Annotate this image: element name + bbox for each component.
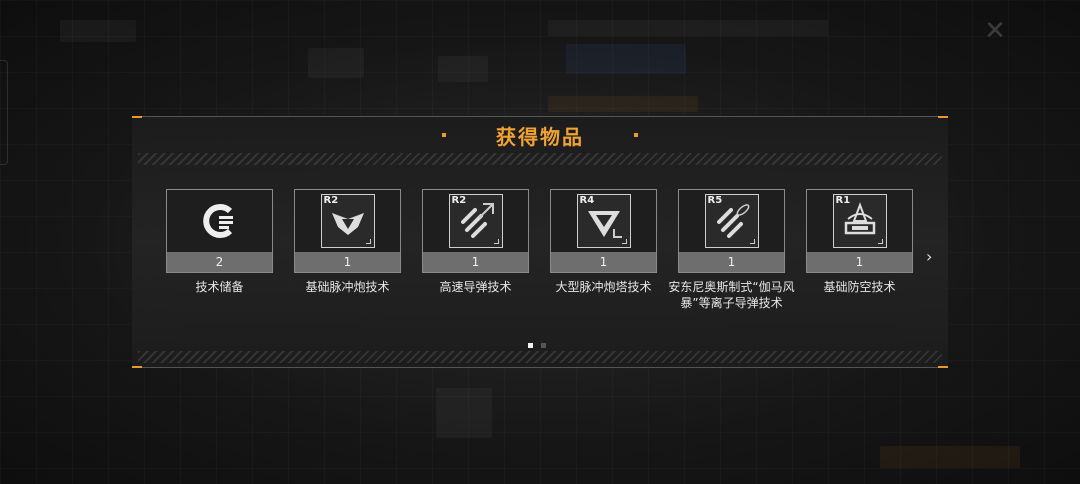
- hatch-divider-bottom: [138, 351, 942, 363]
- page-dot-active[interactable]: [528, 343, 533, 348]
- reward-item[interactable]: R1 1 基础防空技术: [806, 189, 913, 319]
- pulse-turret-icon: [587, 211, 622, 238]
- side-tab[interactable]: [0, 60, 8, 165]
- reward-card[interactable]: R1 1: [806, 189, 913, 273]
- item-count: 1: [807, 252, 912, 272]
- rank-label: R2: [451, 195, 467, 206]
- anti-air-icon: [844, 202, 875, 235]
- bg-header-ghost: [60, 20, 136, 42]
- bg-button-ghost: [880, 446, 1020, 468]
- page-dot[interactable]: [541, 343, 546, 348]
- frame-corner: [621, 239, 627, 244]
- item-name: 基础脉冲炮技术: [305, 280, 390, 294]
- tech-frame: R1: [832, 194, 887, 248]
- reward-item[interactable]: R4 1 大型脉冲炮塔技术: [550, 189, 657, 319]
- dialog-title: 获得物品: [496, 124, 584, 149]
- item-name: 大型脉冲炮塔技术: [555, 280, 652, 294]
- bg-tile-ghost: [548, 96, 698, 112]
- bg-resource-ghost: [548, 20, 828, 36]
- tech-frame: R2: [448, 194, 503, 248]
- reward-item[interactable]: 2 技术储备: [166, 189, 273, 319]
- title-dot-left: [442, 133, 446, 137]
- reward-card[interactable]: R2 1: [294, 189, 401, 273]
- bg-tile-ghost: [308, 48, 364, 78]
- item-name: 高速导弹技术: [439, 280, 512, 294]
- card-art: [167, 190, 272, 252]
- item-count: 1: [679, 252, 784, 272]
- reward-dialog: 获得物品 2 技术储备 R2 1 基础脉冲炮技术 R2 1 高速导弹技术 R4 …: [132, 116, 948, 368]
- reward-card[interactable]: R2 1: [422, 189, 529, 273]
- frame-corner: [877, 239, 883, 244]
- tech-reserve-icon: [202, 204, 233, 238]
- card-art: R5: [679, 190, 784, 252]
- item-name: 安东尼奥斯制式“伽马风暴”等离子导弹技术: [668, 280, 795, 310]
- bg-tile-ghost: [436, 388, 492, 438]
- title-dot-right: [634, 133, 638, 137]
- reward-item[interactable]: R2 1 高速导弹技术: [422, 189, 529, 319]
- pulse-cannon-icon: [331, 213, 364, 235]
- item-name: 技术储备: [195, 280, 244, 294]
- reward-card[interactable]: R5 1: [678, 189, 785, 273]
- reward-list: 2 技术储备 R2 1 基础脉冲炮技术 R2 1 高速导弹技术 R4 1 大型脉…: [166, 189, 913, 319]
- corner-accent: [132, 366, 142, 368]
- rank-label: R1: [835, 195, 851, 206]
- reward-card[interactable]: 2: [166, 189, 273, 273]
- dialog-header: 获得物品: [132, 117, 948, 153]
- item-name: 基础防空技术: [823, 280, 896, 294]
- frame-corner: [365, 239, 371, 244]
- page-indicator: [528, 343, 546, 348]
- item-count: 2: [167, 252, 272, 272]
- reward-card[interactable]: R4 1: [550, 189, 657, 273]
- hatch-divider-top: [138, 153, 942, 165]
- corner-accent: [938, 366, 948, 368]
- next-page-arrow-icon[interactable]: ›: [926, 247, 932, 266]
- reward-item[interactable]: R2 1 基础脉冲炮技术: [294, 189, 401, 319]
- bg-tile-ghost: [566, 44, 686, 74]
- item-count: 1: [423, 252, 528, 272]
- plasma-missile-icon: [716, 204, 749, 238]
- tech-frame: R4: [576, 194, 631, 248]
- missile-icon: [460, 203, 494, 238]
- reward-item[interactable]: R5 1 安东尼奥斯制式“伽马风暴”等离子导弹技术: [668, 189, 795, 319]
- close-icon[interactable]: ✕: [978, 14, 1012, 48]
- card-art: R1: [807, 190, 912, 252]
- item-count: 1: [551, 252, 656, 272]
- rank-label: R4: [579, 195, 595, 206]
- frame-corner: [493, 239, 499, 244]
- bg-tile-ghost: [438, 56, 488, 82]
- tech-frame: R5: [704, 194, 759, 248]
- rank-label: R2: [323, 195, 339, 206]
- frame-corner: [749, 239, 755, 244]
- card-art: R2: [295, 190, 400, 252]
- tech-frame: R2: [320, 194, 375, 248]
- card-art: R4: [551, 190, 656, 252]
- card-art: R2: [423, 190, 528, 252]
- item-count: 1: [295, 252, 400, 272]
- rank-label: R5: [707, 195, 723, 206]
